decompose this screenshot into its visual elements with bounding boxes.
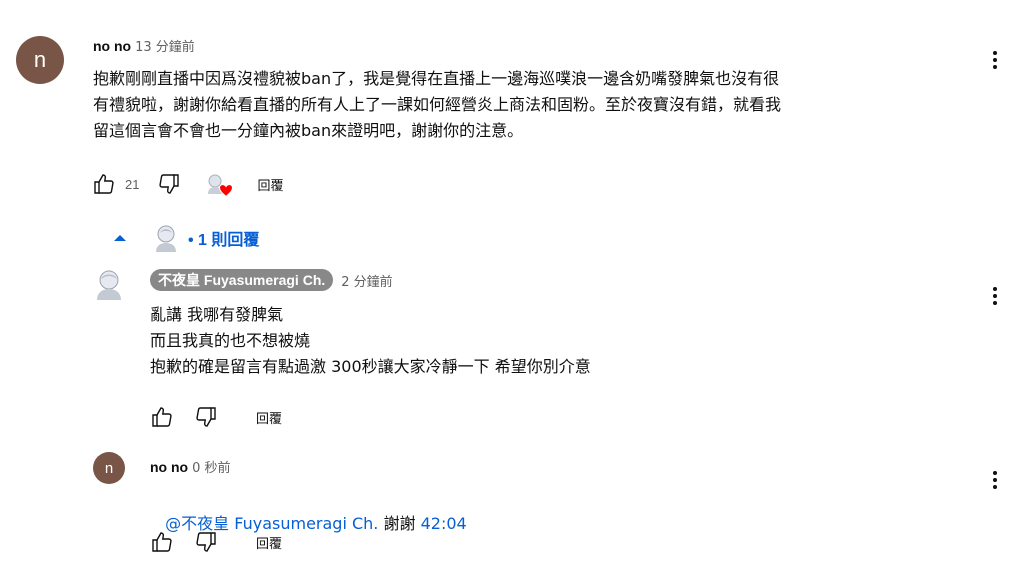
dislike-button[interactable] [190,401,222,433]
timestamp-link[interactable]: 42:04 [421,514,467,533]
creator-avatar-icon [97,270,121,300]
caret-up-icon [114,235,126,241]
heart-icon [219,184,234,197]
thumbs-down-icon [159,174,180,194]
avatar-letter: n [33,47,47,72]
like-button[interactable] [88,168,120,200]
reply-header: no no 0 秒前 [150,457,231,476]
thumbs-down-icon [196,532,216,552]
thumbs-up-icon [152,532,172,552]
comment-action-bar: 21 回覆 [88,168,283,200]
thumbs-up-icon [152,407,172,427]
reply-text: 亂講 我哪有發脾氣 而且我真的也不想被燒 抱歉的確是留言有點過激 300秒讓大家… [150,302,950,380]
like-count: 21 [125,176,140,192]
reply-text-mid: 謝謝 [378,514,421,533]
dislike-button[interactable] [153,168,185,200]
reply-line: 而且我真的也不想被燒 [150,331,311,350]
reply-author[interactable]: no no [150,459,188,475]
comment-line: 抱歉剛剛直播中因爲沒禮貌被ban了，我是覺得在直播上一邊海巡噗浪一邊含奶嘴發脾氣… [93,69,780,88]
comment-header: no no 13 分鐘前 [93,36,195,55]
thumbs-down-icon [196,407,216,427]
reply-action-bar: 回覆 [146,526,282,558]
reply-button[interactable]: 回覆 [257,175,283,194]
reply-avatar[interactable] [93,268,125,300]
comment-line: 留這個言會不會也一分鐘內被ban來證明吧，謝謝你的注意。 [93,121,524,140]
creator-avatar-icon [156,225,176,252]
replies-count-label: • 1 則回覆 [188,232,260,249]
reply-time[interactable]: 2 分鐘前 [341,271,392,290]
like-button[interactable] [146,526,178,558]
reply-button[interactable]: 回覆 [256,533,282,552]
reply-button[interactable]: 回覆 [256,408,282,427]
thumbs-up-icon [94,174,114,194]
reply-avatar[interactable]: n [93,452,125,484]
comment-time[interactable]: 13 分鐘前 [135,40,195,55]
reply-line: 抱歉的確是留言有點過激 300秒讓大家冷靜一下 希望你別介意 [150,357,591,376]
dislike-button[interactable] [190,526,222,558]
comment-author[interactable]: no no [93,38,131,54]
reply-menu-button[interactable] [985,466,1005,494]
reply-time[interactable]: 0 秒前 [192,461,230,476]
creator-heart-badge [199,168,234,200]
reply-line: 亂講 我哪有發脾氣 [150,305,284,324]
comment-menu-button[interactable] [985,46,1005,74]
reply-menu-button[interactable] [985,282,1005,310]
creator-author-chip[interactable]: 不夜皇 Fuyasumeragi Ch. [150,269,334,291]
replies-toggle-button[interactable]: • 1 則回覆 [108,220,259,256]
commenter-avatar[interactable]: n [16,36,64,84]
comment-text: 抱歉剛剛直播中因爲沒禮貌被ban了，我是覺得在直播上一邊海巡噗浪一邊含奶嘴發脾氣… [93,66,973,144]
like-button[interactable] [146,401,178,433]
reply-header: 不夜皇 Fuyasumeragi Ch. 2 分鐘前 [150,269,393,291]
comment-line: 有禮貌啦，謝謝你給看直播的所有人上了一課如何經營炎上商法和固粉。至於夜寶沒有錯，… [93,95,782,114]
avatar-letter: n [104,459,114,477]
reply-action-bar: 回覆 [146,401,282,433]
